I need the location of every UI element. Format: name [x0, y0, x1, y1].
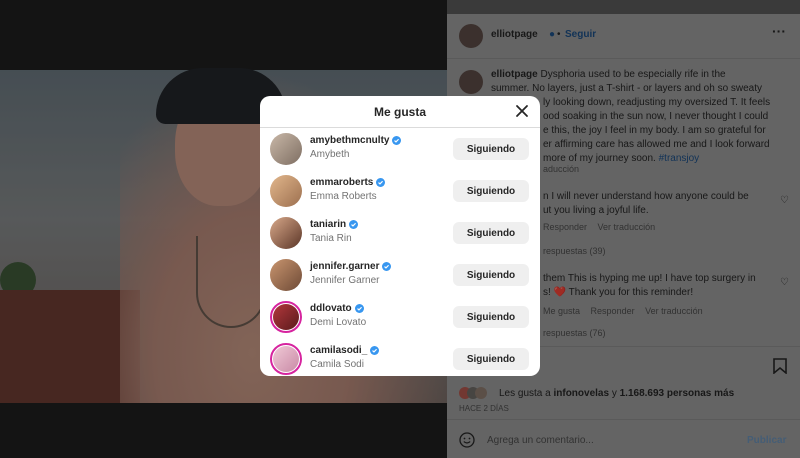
username[interactable]: amybethmcnulty [310, 135, 389, 146]
liker-avatar [475, 387, 487, 399]
close-icon[interactable] [514, 103, 530, 119]
modal-title: Me gusta [373, 105, 426, 119]
heart-icon[interactable]: ♡ [780, 276, 789, 290]
emoji-icon[interactable] [459, 432, 475, 448]
comment-1-actions: Responder Ver traducción [543, 222, 656, 232]
full-name: Tania Rin [310, 233, 352, 244]
username[interactable]: taniarin [310, 219, 346, 230]
likes-modal: Me gusta amybethmcnulty Amybeth Siguiend… [260, 96, 540, 376]
full-name: Jennifer Garner [310, 275, 380, 286]
author-username[interactable]: elliotpage [491, 28, 538, 42]
post-timestamp: HACE 2 DÍAS [459, 404, 509, 413]
list-item: emmaroberts Emma Roberts Siguiendo [260, 170, 540, 212]
caption-avatar[interactable] [459, 70, 483, 94]
list-item: taniarin Tania Rin Siguiendo [260, 212, 540, 254]
view-replies-1[interactable]: respuestas (39) [543, 244, 606, 258]
more-options-icon[interactable]: ··· [772, 24, 786, 38]
verified-icon [382, 261, 392, 271]
full-name: Camila Sodi [310, 359, 364, 370]
avatar-story-ring[interactable] [270, 301, 302, 333]
divider [447, 419, 800, 420]
see-translation-link[interactable]: aducción [543, 162, 579, 176]
full-name: Emma Roberts [310, 191, 377, 202]
publish-button[interactable]: Publicar [747, 434, 786, 448]
comment-input[interactable]: Agrega un comentario... [487, 434, 594, 448]
verified-icon [349, 219, 359, 229]
following-button[interactable]: Siguiendo [453, 264, 529, 286]
caption: elliotpage Dysphoria used to be especial… [491, 69, 763, 94]
list-item: amybethmcnulty Amybeth Siguiendo [260, 128, 540, 170]
following-button[interactable]: Siguiendo [453, 138, 529, 160]
following-button[interactable]: Siguiendo [453, 306, 529, 328]
photo-brick-wall [0, 290, 140, 403]
bookmark-icon[interactable] [773, 358, 787, 374]
follow-link[interactable]: Seguir [565, 28, 596, 42]
full-name: Amybeth [310, 149, 350, 160]
divider [447, 58, 800, 59]
verified-icon [376, 177, 386, 187]
comment-1: n I will never understand how anyone cou… [543, 191, 749, 216]
full-name: Demi Lovato [310, 317, 367, 328]
verified-icon [392, 135, 402, 145]
list-item: ddlovato Demi Lovato Siguiendo [260, 296, 540, 338]
dot-separator: • [557, 29, 561, 40]
username[interactable]: jennifer.garner [310, 261, 379, 272]
avatar[interactable] [270, 175, 302, 207]
verified-icon [370, 345, 380, 355]
photo-necklace [196, 236, 266, 328]
caption-continued: ly looking down, readjusting my oversize… [543, 97, 771, 164]
comment-2: them This is hyping me up! I have top su… [543, 273, 756, 298]
avatar[interactable] [270, 133, 302, 165]
following-button[interactable]: Siguiendo [453, 348, 529, 370]
view-replies-2[interactable]: respuestas (76) [543, 326, 606, 340]
list-item: jennifer.garner Jennifer Garner Siguiend… [260, 254, 540, 296]
list-item: camilasodi_ Camila Sodi Siguiendo [260, 338, 540, 376]
likes-summary: Les gusta a infonovelas y 1.168.693 pers… [499, 388, 735, 399]
following-button[interactable]: Siguiendo [453, 222, 529, 244]
avatar[interactable] [270, 259, 302, 291]
avatar-story-ring[interactable] [270, 343, 302, 375]
username[interactable]: camilasodi_ [310, 345, 367, 356]
author-avatar[interactable] [459, 24, 483, 48]
following-button[interactable]: Siguiendo [453, 180, 529, 202]
verified-icon [354, 303, 364, 313]
comment-2-actions: Me gusta Responder Ver traducción [543, 306, 703, 316]
heart-icon[interactable]: ♡ [780, 194, 789, 208]
avatar[interactable] [270, 217, 302, 249]
modal-header: Me gusta [260, 96, 540, 128]
hashtag-link[interactable]: #transjoy [659, 153, 700, 164]
username[interactable]: ddlovato [310, 303, 352, 314]
verified-icon: ● [549, 29, 556, 40]
username[interactable]: emmaroberts [310, 177, 373, 188]
